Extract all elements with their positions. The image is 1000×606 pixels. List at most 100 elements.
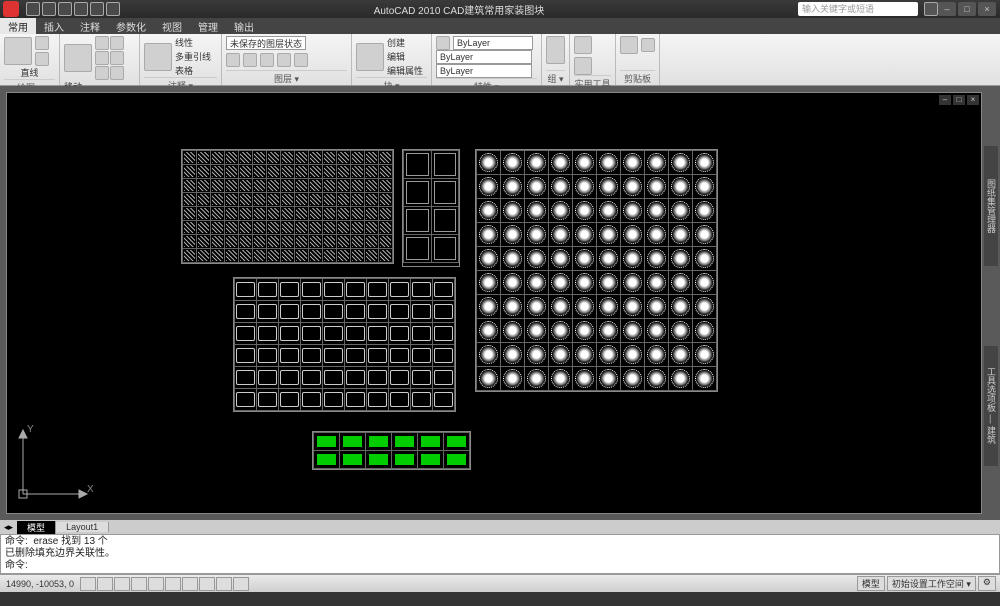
fillet-icon[interactable]	[110, 66, 124, 80]
block-cell[interactable]	[323, 249, 337, 263]
block-cell[interactable]	[645, 295, 669, 319]
block-cell[interactable]	[669, 151, 693, 175]
block-cell[interactable]	[323, 323, 345, 345]
block-cell[interactable]	[693, 199, 717, 223]
block-cell[interactable]	[309, 151, 323, 165]
block-cell[interactable]	[404, 151, 432, 179]
block-cell[interactable]	[257, 345, 279, 367]
block-cell[interactable]	[239, 179, 253, 193]
block-cell[interactable]	[225, 165, 239, 179]
block-cell[interactable]	[431, 179, 459, 207]
block-cell[interactable]	[314, 433, 340, 451]
qat-save-icon[interactable]	[58, 2, 72, 16]
block-cell[interactable]	[235, 279, 257, 301]
block-cell[interactable]	[645, 175, 669, 199]
block-cell[interactable]	[253, 151, 267, 165]
block-cell[interactable]	[211, 179, 225, 193]
block-cell[interactable]	[477, 319, 501, 343]
block-cell[interactable]	[693, 271, 717, 295]
qat-undo-icon[interactable]	[74, 2, 88, 16]
block-cell[interactable]	[549, 199, 573, 223]
copy-icon[interactable]	[95, 36, 109, 50]
block-cell[interactable]	[669, 247, 693, 271]
block-cell[interactable]	[549, 367, 573, 391]
block-cell[interactable]	[337, 151, 351, 165]
block-cell[interactable]	[365, 221, 379, 235]
block-cell[interactable]	[645, 271, 669, 295]
block-cell[interactable]	[351, 221, 365, 235]
block-cell[interactable]	[597, 175, 621, 199]
block-cell[interactable]	[211, 193, 225, 207]
block-cell[interactable]	[549, 175, 573, 199]
color-combo[interactable]: ByLayer	[453, 36, 533, 50]
measure-icon[interactable]	[574, 36, 592, 54]
block-cell[interactable]	[433, 301, 455, 323]
block-cell[interactable]	[239, 221, 253, 235]
block-cell[interactable]	[367, 345, 389, 367]
block-cell[interactable]	[295, 249, 309, 263]
block-cell[interactable]	[183, 179, 197, 193]
mleader-button[interactable]: 多重引线	[175, 50, 211, 63]
block-cell[interactable]	[477, 151, 501, 175]
block-cell[interactable]	[340, 433, 366, 451]
block-cell[interactable]	[301, 389, 323, 411]
block-cell[interactable]	[267, 221, 281, 235]
doc-close-button[interactable]: ×	[967, 95, 979, 105]
help-icon[interactable]	[924, 2, 938, 16]
doc-restore-button[interactable]: □	[953, 95, 965, 105]
block-cell[interactable]	[573, 151, 597, 175]
tab-annotate[interactable]: 注释	[72, 18, 108, 34]
block-cell[interactable]	[693, 367, 717, 391]
block-cell[interactable]	[365, 193, 379, 207]
select-icon[interactable]	[574, 57, 592, 75]
block-cell[interactable]	[281, 207, 295, 221]
block-cell[interactable]	[365, 151, 379, 165]
color-swatch-icon[interactable]	[436, 36, 450, 50]
arc-icon[interactable]	[35, 36, 49, 50]
block-cell[interactable]	[351, 165, 365, 179]
block-cell[interactable]	[525, 223, 549, 247]
block-cell[interactable]	[621, 295, 645, 319]
block-cell[interactable]	[645, 247, 669, 271]
block-cell[interactable]	[281, 221, 295, 235]
block-cell[interactable]	[267, 235, 281, 249]
block-cell[interactable]	[281, 193, 295, 207]
block-cell[interactable]	[597, 295, 621, 319]
block-cell[interactable]	[645, 343, 669, 367]
block-cell[interactable]	[379, 151, 393, 165]
block-cell[interactable]	[279, 323, 301, 345]
block-cell[interactable]	[389, 301, 411, 323]
block-cell[interactable]	[235, 345, 257, 367]
block-cell[interactable]	[295, 193, 309, 207]
block-cell[interactable]	[183, 165, 197, 179]
block-cell[interactable]	[225, 179, 239, 193]
block-cell[interactable]	[225, 207, 239, 221]
cut-icon[interactable]	[641, 38, 655, 52]
block-cell[interactable]	[309, 207, 323, 221]
block-cell[interactable]	[235, 301, 257, 323]
block-cell[interactable]	[549, 223, 573, 247]
block-cell[interactable]	[573, 295, 597, 319]
block-cell[interactable]	[621, 151, 645, 175]
tab-output[interactable]: 输出	[226, 18, 262, 34]
block-cell[interactable]	[367, 279, 389, 301]
block-cell[interactable]	[345, 367, 367, 389]
layer-color-icon[interactable]	[277, 53, 291, 67]
block-cell[interactable]	[337, 193, 351, 207]
block-cell[interactable]	[211, 235, 225, 249]
block-cell[interactable]	[253, 249, 267, 263]
block-cell[interactable]	[340, 451, 366, 469]
workspace-switch[interactable]: 初始设置工作空间 ▾	[887, 576, 976, 591]
block-cell[interactable]	[253, 221, 267, 235]
block-cell[interactable]	[239, 207, 253, 221]
block-cell[interactable]	[669, 175, 693, 199]
block-cell[interactable]	[351, 249, 365, 263]
block-cell[interactable]	[257, 279, 279, 301]
layer-prop-icon[interactable]	[294, 53, 308, 67]
block-cell[interactable]	[549, 319, 573, 343]
ducs-toggle[interactable]	[182, 577, 198, 591]
block-cell[interactable]	[621, 271, 645, 295]
block-cell[interactable]	[197, 235, 211, 249]
block-cell[interactable]	[433, 323, 455, 345]
tool-palette[interactable]: 工具选项板 — 建筑	[984, 346, 998, 466]
